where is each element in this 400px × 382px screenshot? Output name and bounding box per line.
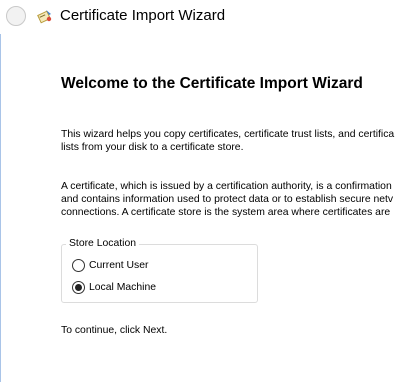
local-machine-radio[interactable] (72, 281, 85, 294)
window-title: Certificate Import Wizard (60, 7, 226, 24)
description-line: A certificate, which is issued by a cert… (61, 181, 392, 192)
window-left-border (0, 34, 1, 382)
certificate-wizard-icon (37, 10, 52, 24)
current-user-radio[interactable] (72, 259, 85, 272)
certificate-description-paragraph: A certificate, which is issued by a cert… (61, 180, 393, 219)
store-location-label: Store Location (66, 238, 140, 250)
current-user-label[interactable]: Current User (89, 259, 148, 272)
description-line: connections. A certificate store is the … (61, 207, 391, 218)
radio-selected-dot (75, 284, 82, 291)
local-machine-label[interactable]: Local Machine (89, 281, 156, 294)
continue-instruction: To continue, click Next. (61, 325, 168, 336)
description-line: and contains information used to protect… (61, 194, 394, 205)
back-button[interactable] (6, 6, 26, 26)
certificate-import-wizard-window: Certificate Import Wizard Welcome to the… (0, 0, 400, 382)
intro-line: This wizard helps you copy certificates,… (61, 129, 395, 140)
intro-paragraph: This wizard helps you copy certificates,… (61, 128, 394, 154)
store-location-group (61, 244, 258, 303)
title-bar: Certificate Import Wizard (0, 0, 400, 34)
intro-line: lists from your disk to a certificate st… (61, 142, 244, 153)
wizard-heading: Welcome to the Certificate Import Wizard (61, 75, 363, 92)
